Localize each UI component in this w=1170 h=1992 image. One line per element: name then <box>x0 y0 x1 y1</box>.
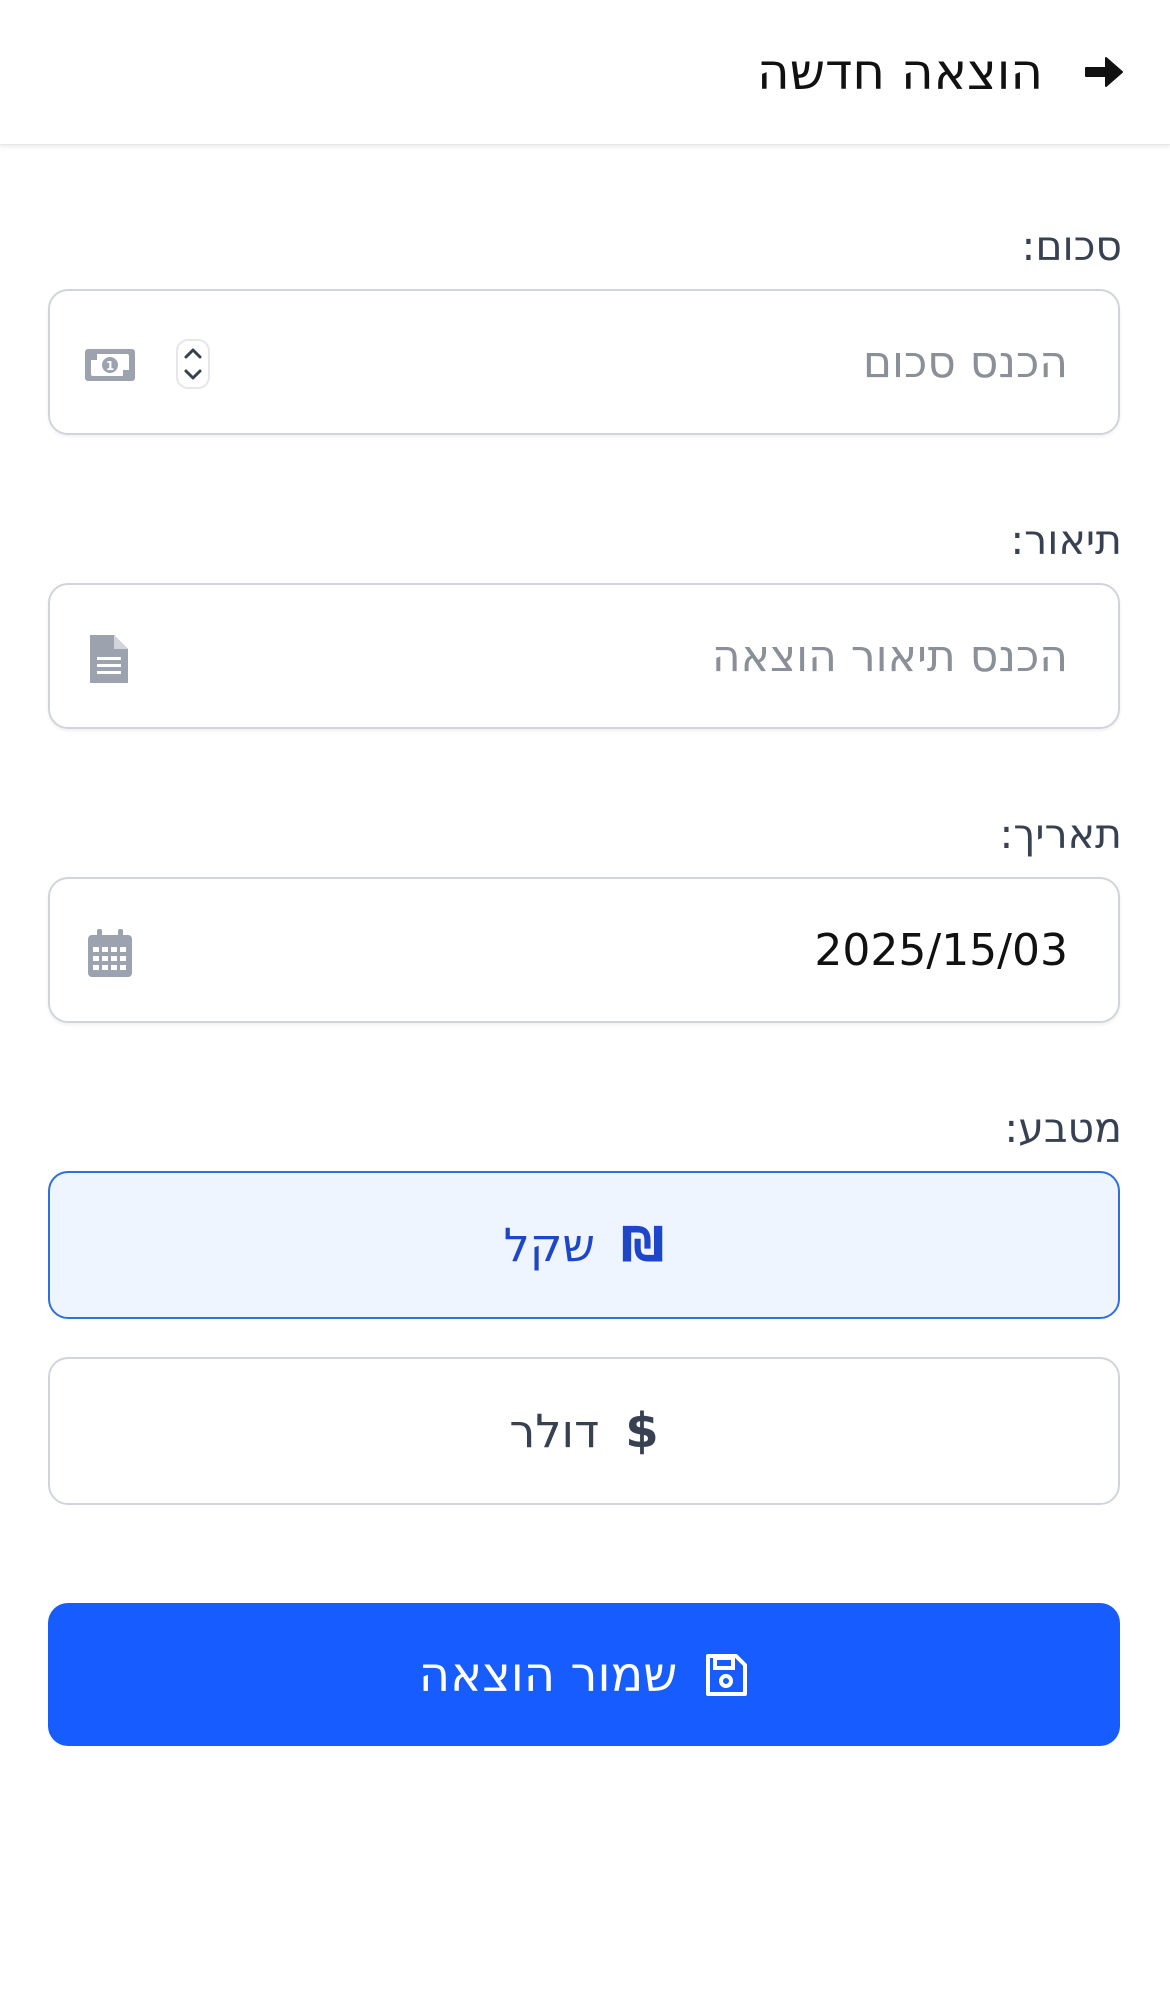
dollar-icon: $ <box>625 1403 659 1459</box>
page-title: הוצאה חדשה <box>757 43 1043 101</box>
currency-option-shekel[interactable]: ₪ שקל <box>48 1171 1120 1319</box>
svg-text:1: 1 <box>106 359 114 373</box>
money-bill-icon: 1 <box>85 349 135 381</box>
description-label: תיאור: <box>1010 516 1122 564</box>
amount-input[interactable]: הכנס סכום 1 <box>48 289 1120 435</box>
calendar-icon <box>88 929 132 977</box>
amount-stepper[interactable] <box>176 339 210 389</box>
floppy-disk-icon <box>706 1653 748 1696</box>
date-value: 2025/15/03 <box>814 925 1068 976</box>
date-input[interactable]: 2025/15/03 <box>48 877 1120 1023</box>
currency-label: מטבע: <box>1004 1104 1122 1152</box>
back-button[interactable] <box>1080 48 1128 96</box>
date-label: תאריך: <box>999 810 1123 858</box>
currency-option-label: שקל <box>503 1218 595 1272</box>
currency-option-dollar[interactable]: $ דולר <box>48 1357 1120 1505</box>
shekel-icon: ₪ <box>620 1217 665 1273</box>
app-header: הוצאה חדשה <box>0 0 1170 145</box>
amount-placeholder: הכנס סכום <box>862 337 1068 388</box>
save-expense-button[interactable]: שמור הוצאה <box>48 1603 1120 1746</box>
arrow-right-icon <box>1085 57 1123 87</box>
file-lines-icon <box>90 635 128 683</box>
stepper-arrows-icon <box>184 348 202 380</box>
save-button-label: שמור הוצאה <box>418 1646 678 1703</box>
amount-label: סכום: <box>1021 222 1122 270</box>
new-expense-page: הוצאה חדשה סכום: הכנס סכום 1 תיאור: הכנס… <box>0 0 1170 1992</box>
description-placeholder: הכנס תיאור הוצאה <box>711 631 1068 682</box>
description-input[interactable]: הכנס תיאור הוצאה <box>48 583 1120 729</box>
currency-option-label: דולר <box>509 1404 600 1458</box>
